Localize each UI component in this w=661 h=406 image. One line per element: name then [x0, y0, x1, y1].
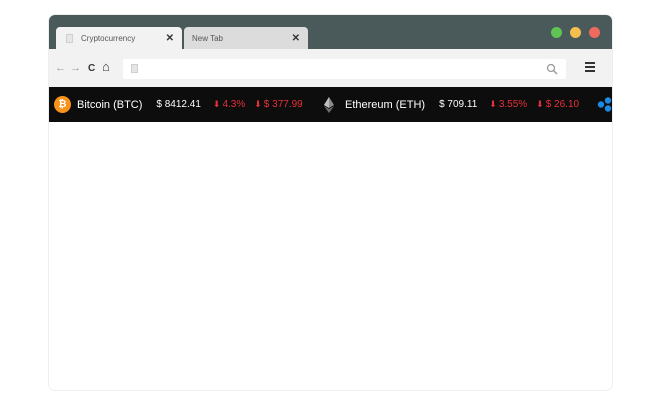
- ticker-item-xrp: [596, 87, 612, 122]
- ethereum-icon: [323, 96, 335, 113]
- crypto-ticker: ₿ Bitcoin (BTC) $ 8412.41 ⬇ 4.3% ⬇ $ 377.9…: [49, 87, 612, 122]
- down-arrow-icon: ⬇: [489, 99, 497, 109]
- down-arrow-icon: ⬇: [536, 99, 544, 109]
- home-icon[interactable]: ⌂: [102, 60, 110, 73]
- close-window-button[interactable]: [589, 27, 600, 38]
- browser-window: Cryptocurrency ✕ New Tab ✕ ← → C ⌂ ₿ Bit…: [49, 15, 612, 390]
- url-input[interactable]: [145, 61, 539, 79]
- coin-name: Bitcoin (BTC): [77, 98, 143, 111]
- down-arrow-icon: ⬇: [254, 99, 262, 109]
- coin-change-amount: ⬇ $ 377.99: [254, 99, 303, 110]
- tab-label: Cryptocurrency: [81, 33, 136, 43]
- page-icon: [66, 33, 73, 43]
- down-arrow-icon: ⬇: [212, 99, 221, 109]
- title-bar: Cryptocurrency ✕ New Tab ✕: [49, 15, 612, 49]
- coin-price: $ 8412.41: [156, 99, 201, 110]
- ticker-item-eth: Ethereum (ETH) $ 709.11 ⬇ 3.55% ⬇ $ 26.10: [323, 87, 579, 122]
- tab-new-tab[interactable]: New Tab ✕: [184, 27, 308, 49]
- coin-name: Ethereum (ETH): [345, 98, 426, 111]
- ripple-icon: [597, 97, 612, 112]
- tab-cryptocurrency[interactable]: Cryptocurrency ✕: [56, 27, 182, 49]
- page-icon: [131, 64, 138, 73]
- maximize-button[interactable]: [551, 27, 562, 38]
- search-icon[interactable]: [546, 63, 558, 75]
- back-arrow-icon[interactable]: ←: [55, 63, 66, 74]
- menu-icon[interactable]: [585, 62, 595, 72]
- coin-change-percent: ⬇ 3.55%: [489, 99, 528, 110]
- tab-label: New Tab: [192, 33, 223, 43]
- forward-arrow-icon[interactable]: →: [70, 63, 81, 74]
- coin-change-percent: ⬇ 4.3%: [212, 99, 246, 110]
- page-content: [49, 122, 612, 390]
- tab-close-icon[interactable]: ✕: [166, 33, 174, 44]
- bitcoin-icon: ₿: [54, 96, 71, 113]
- ticker-item-btc: ₿ Bitcoin (BTC) $ 8412.41 ⬇ 4.3% ⬇ $ 377.9…: [54, 87, 303, 122]
- browser-toolbar: ← → C ⌂: [49, 49, 612, 87]
- tab-close-icon[interactable]: ✕: [292, 33, 300, 44]
- minimize-button[interactable]: [570, 27, 581, 38]
- coin-change-amount: ⬇ $ 26.10: [536, 99, 580, 110]
- reload-icon[interactable]: C: [88, 63, 95, 74]
- address-bar[interactable]: [123, 59, 566, 79]
- coin-price: $ 709.11: [439, 99, 478, 110]
